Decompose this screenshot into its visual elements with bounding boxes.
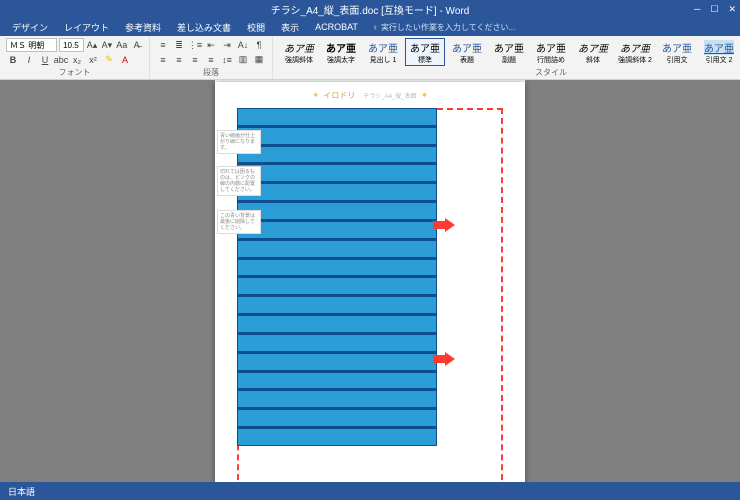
style-斜体[interactable]: あア亜斜体 [573,38,613,66]
minimize-icon[interactable]: ─ [694,4,700,15]
blue-stripe [238,354,436,370]
blue-stripe [238,128,436,144]
style-表題[interactable]: あア亜表題 [447,38,487,66]
borders-icon[interactable]: ▦ [252,53,266,67]
change-case-icon[interactable]: Aa [115,38,128,52]
numbering-icon[interactable]: ≣ [172,38,186,52]
lightbulb-icon: ♀ [372,23,378,32]
document-workspace[interactable]: ✦ イロドリ チラシ_A4_縦_表面 ✦ 青い線画が仕上がり線になります。 切れ… [0,80,740,482]
blue-stripe [238,109,436,125]
shrink-font-icon[interactable]: A▾ [100,38,113,52]
subscript-icon[interactable]: x₂ [70,53,84,67]
font-group: ＭＳ 明朝 10.5 A▴ A▾ Aa A̶ B I U abc x₂ x² ✎… [0,36,150,79]
style-見出し 1[interactable]: あア亜見出し 1 [363,38,403,66]
margin-note: 青い線画が仕上がり線になります。 [217,130,261,154]
bold-icon[interactable]: B [6,53,20,67]
blue-stripe [238,222,436,238]
align-right-icon[interactable]: ≡ [188,53,202,67]
shading-icon[interactable]: ▥ [236,53,250,67]
tab-表示[interactable]: 表示 [273,18,307,36]
blue-stripe [238,184,436,200]
font-group-label: フォント [6,67,143,78]
strike-icon[interactable]: abc [54,53,68,67]
blue-stripe [238,410,436,426]
tell-me-search[interactable]: ♀ 実行したい作業を入力してください... [372,22,515,33]
maximize-icon[interactable]: ☐ [710,4,718,15]
bullets-icon[interactable]: ≡ [156,38,170,52]
align-center-icon[interactable]: ≡ [172,53,186,67]
margin-note: この青い背景は最後に削除してください。 [217,210,261,234]
style-引用文 2[interactable]: あア亜引用文 2 [699,38,739,66]
underline-icon[interactable]: U [38,53,52,67]
font-size-select[interactable]: 10.5 [59,38,84,52]
arrow-icon [433,352,455,366]
blue-stripe [238,260,436,276]
line-spacing-icon[interactable]: ↕≡ [220,53,234,67]
paragraph-group: ≡ ≣ ⋮≡ ⇤ ⇥ A↓ ¶ ≡ ≡ ≡ ≡ ↕≡ ▥ ▦ 段落 [150,36,273,79]
grow-font-icon[interactable]: A▴ [86,38,99,52]
paragraph-group-label: 段落 [156,67,266,78]
clear-format-icon[interactable]: A̶ [130,38,143,52]
style-強調斜体[interactable]: あア亜強調斜体 [279,38,319,66]
tab-レイアウト[interactable]: レイアウト [56,18,117,36]
title-bar: チラシ_A4_縦_表面.doc [互換モード] - Word ─ ☐ ✕ [0,0,740,18]
styles-group: あア亜強調斜体あア亜強調太字あア亜見出し 1あア亜標準あア亜表題あア亜副題あア亜… [273,36,740,79]
decrease-indent-icon[interactable]: ⇤ [204,38,218,52]
header-logo-text: イロドリ [323,90,355,101]
justify-icon[interactable]: ≡ [204,53,218,67]
close-icon[interactable]: ✕ [728,4,736,15]
blue-stripe [238,278,436,294]
font-name-select[interactable]: ＭＳ 明朝 [6,38,57,52]
blue-stripe [238,373,436,389]
italic-icon[interactable]: I [22,53,36,67]
tab-参考資料[interactable]: 参考資料 [117,18,169,36]
blue-stripe [238,316,436,332]
page-header: ✦ イロドリ チラシ_A4_縦_表面 ✦ [215,90,525,101]
show-marks-icon[interactable]: ¶ [252,38,266,52]
status-bar: 日本語 [0,482,740,500]
highlight-icon[interactable]: ✎ [102,53,116,67]
margin-note: 切れては困るものは、ピンクの線の内側に配置してください。 [217,166,261,196]
ribbon: ＭＳ 明朝 10.5 A▴ A▾ Aa A̶ B I U abc x₂ x² ✎… [0,36,740,80]
arrow-icon [433,218,455,232]
ribbon-tabs: デザインレイアウト参考資料差し込み文書校閲表示ACROBAT ♀ 実行したい作業… [0,18,740,36]
styles-group-label: スタイル [279,67,740,78]
multilevel-icon[interactable]: ⋮≡ [188,38,202,52]
blue-stripe [238,391,436,407]
star-icon: ✦ [421,90,429,101]
increase-indent-icon[interactable]: ⇥ [220,38,234,52]
style-行間詰め[interactable]: あア亜行間詰め [531,38,571,66]
blue-stripe [238,147,436,163]
style-強調斜体 2[interactable]: あア亜強調斜体 2 [615,38,655,66]
blue-striped-area[interactable] [237,108,437,446]
style-副題[interactable]: あア亜副題 [489,38,529,66]
font-color-icon[interactable]: A [118,53,132,67]
align-left-icon[interactable]: ≡ [156,53,170,67]
tab-デザイン[interactable]: デザイン [4,18,56,36]
window-controls: ─ ☐ ✕ [694,4,736,15]
tab-校閲[interactable]: 校閲 [239,18,273,36]
superscript-icon[interactable]: x² [86,53,100,67]
blue-stripe [238,297,436,313]
tab-ACROBAT[interactable]: ACROBAT [307,18,366,36]
window-title: チラシ_A4_縦_表面.doc [互換モード] - Word [271,2,470,17]
status-language: 日本語 [8,485,35,498]
blue-stripe [238,203,436,219]
blue-stripe [238,165,436,181]
blue-stripe [238,429,436,445]
style-標準[interactable]: あア亜標準 [405,38,445,66]
blue-stripe [238,241,436,257]
header-sub-text: チラシ_A4_縦_表面 [363,91,416,100]
star-icon: ✦ [312,90,320,101]
style-引用文[interactable]: あア亜引用文 [657,38,697,66]
page[interactable]: ✦ イロドリ チラシ_A4_縦_表面 ✦ 青い線画が仕上がり線になります。 切れ… [215,82,525,482]
tab-差し込み文書[interactable]: 差し込み文書 [169,18,239,36]
style-強調太字[interactable]: あア亜強調太字 [321,38,361,66]
sort-icon[interactable]: A↓ [236,38,250,52]
blue-stripe [238,335,436,351]
